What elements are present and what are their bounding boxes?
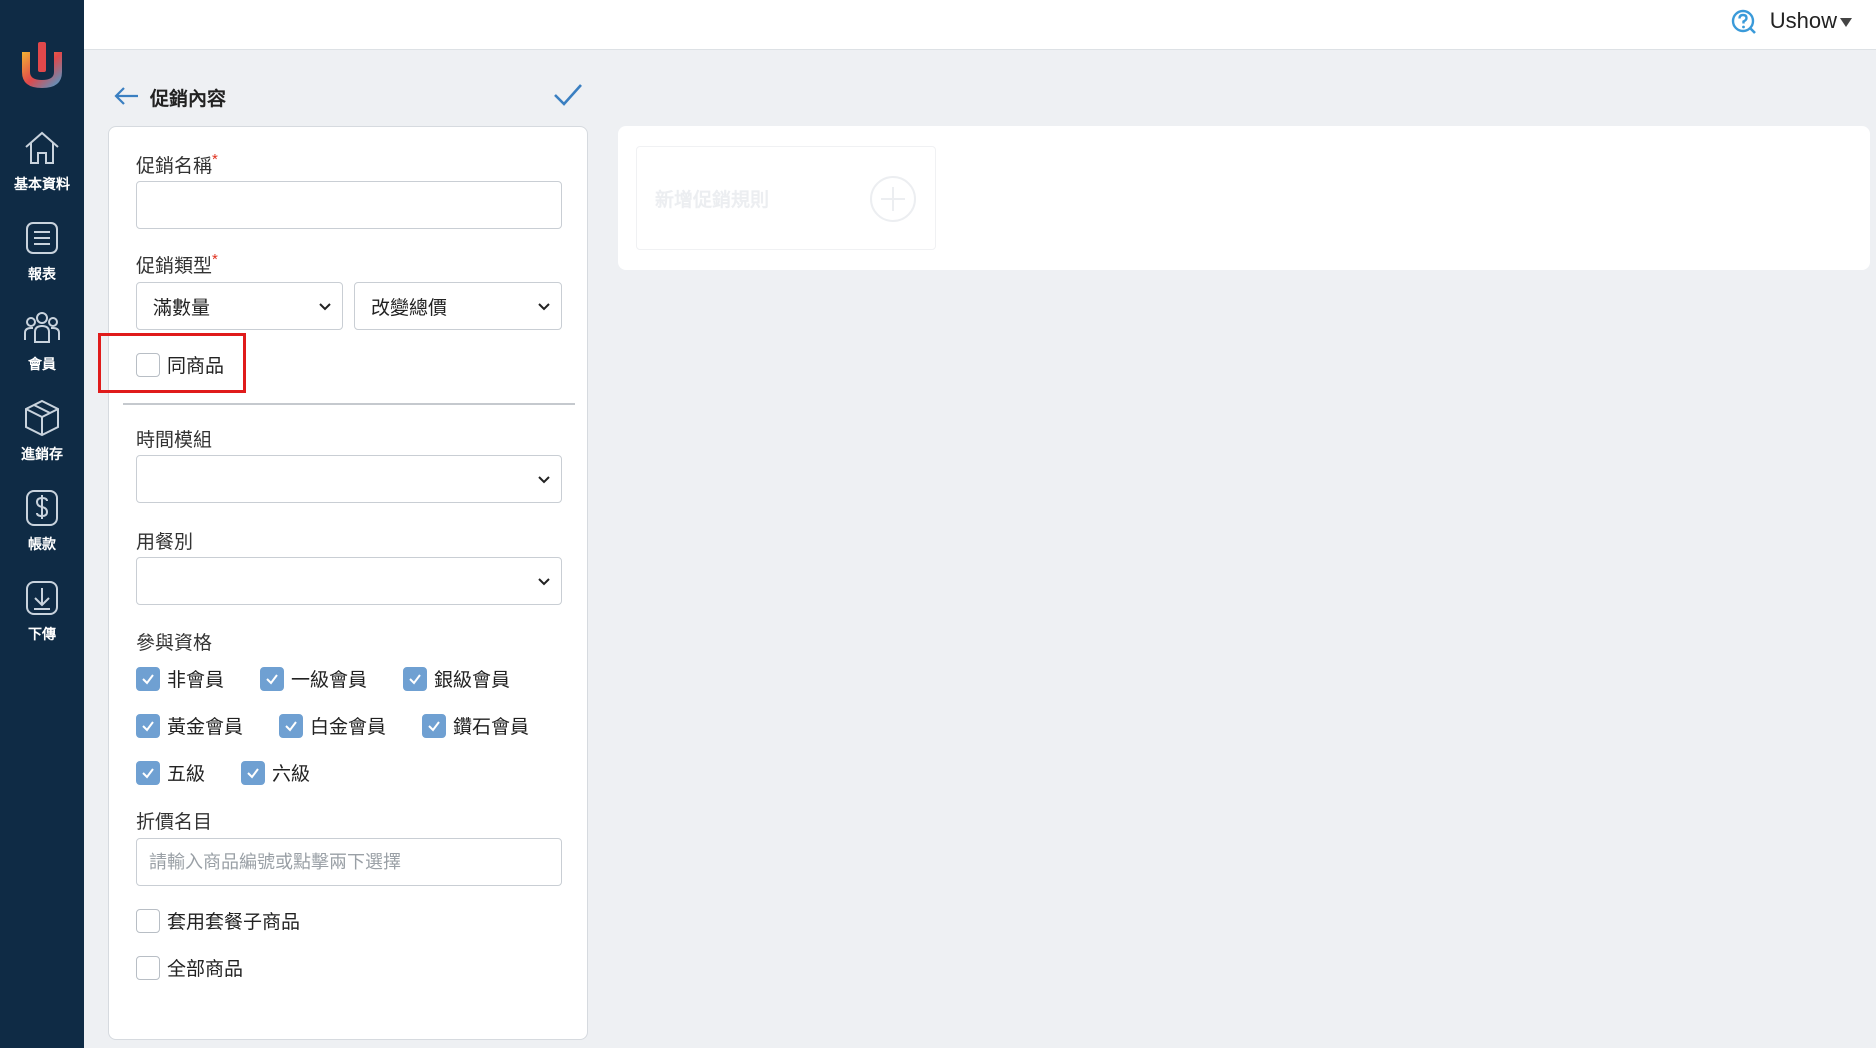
all-products-label: 全部商品: [167, 959, 244, 980]
eligibility-row-2: 黃金會員 白金會員 鑽石會員: [136, 712, 547, 739]
promo-name-input[interactable]: [136, 181, 562, 229]
page-title: 促銷內容: [150, 89, 227, 110]
rules-panel: 新增促銷規則: [618, 126, 1870, 270]
sidebar-item-inventory[interactable]: 進銷存: [0, 398, 84, 478]
sidebar-item-label: 會員: [28, 356, 56, 372]
eligibility-option-label: 非會員: [167, 670, 225, 691]
eligibility-option-label: 白金會員: [310, 717, 387, 738]
eligibility-non-member-checkbox[interactable]: 非會員: [136, 665, 224, 692]
sidebar: 基本資料 報表 會員 進銷存 帳款 下傳: [0, 0, 84, 1048]
eligibility-platinum-checkbox[interactable]: 白金會員: [279, 712, 386, 739]
eligibility-diamond-checkbox[interactable]: 鑽石會員: [422, 712, 529, 739]
sidebar-item-label: 進銷存: [21, 446, 63, 462]
sidebar-item-basic-data[interactable]: 基本資料: [0, 128, 84, 208]
confirm-check-icon[interactable]: [552, 80, 584, 110]
checkbox-box[interactable]: [136, 713, 160, 738]
eligibility-gold-checkbox[interactable]: 黃金會員: [136, 712, 243, 739]
user-name: Ushow: [1769, 8, 1837, 33]
promo-method-value: 改變總價: [371, 297, 448, 319]
sidebar-item-accounts[interactable]: 帳款: [0, 488, 84, 568]
eligibility-row-1: 非會員 一級會員 銀級會員: [136, 665, 528, 692]
eligibility-option-label: 五級: [167, 764, 206, 785]
user-menu[interactable]: Ushow: [1770, 8, 1852, 34]
chevron-down-icon: [538, 303, 550, 311]
divider: [123, 403, 575, 405]
members-icon: [24, 312, 60, 343]
checkbox-box[interactable]: [136, 908, 160, 933]
all-products-row: 全部商品: [136, 954, 261, 981]
promo-method-select[interactable]: 改變總價: [354, 282, 562, 330]
back-arrow-icon[interactable]: [112, 84, 140, 108]
eligibility-option-label: 銀級會員: [434, 670, 511, 691]
eligibility-level6-checkbox[interactable]: 六級: [241, 759, 310, 786]
report-icon: [26, 222, 58, 254]
add-rule-label: 新增促銷規則: [655, 189, 770, 211]
time-module-label: 時間模組: [136, 430, 213, 451]
promo-type-value: 滿數量: [153, 297, 211, 319]
promo-type-select[interactable]: 滿數量: [136, 282, 343, 330]
ushow-logo[interactable]: [14, 38, 70, 94]
eligibility-label: 參與資格: [136, 633, 213, 654]
eligibility-level5-checkbox[interactable]: 五級: [136, 759, 205, 786]
time-module-select[interactable]: [136, 455, 562, 503]
checkbox-box[interactable]: [136, 955, 160, 980]
plus-circle-icon: [870, 176, 916, 222]
promo-type-label: 促銷類型*: [136, 251, 218, 277]
checkbox-box[interactable]: [136, 760, 160, 785]
download-icon: [26, 581, 58, 615]
sidebar-item-download[interactable]: 下傳: [0, 578, 84, 658]
box-icon: [25, 399, 59, 437]
promo-name-label: 促銷名稱*: [136, 151, 218, 177]
discount-items-input[interactable]: [136, 838, 562, 886]
sidebar-item-label: 報表: [28, 266, 56, 282]
eligibility-row-3: 五級 六級: [136, 759, 328, 786]
sidebar-item-label: 下傳: [28, 626, 56, 642]
eligibility-silver-checkbox[interactable]: 銀級會員: [403, 665, 510, 692]
dining-type-label: 用餐別: [136, 532, 194, 553]
caret-down-icon: [1840, 18, 1852, 27]
chevron-down-icon: [538, 476, 550, 484]
all-products-checkbox[interactable]: 全部商品: [136, 954, 243, 981]
apply-combo-row: 套用套餐子商品: [136, 907, 318, 934]
checkbox-box[interactable]: [422, 713, 447, 738]
help-icon[interactable]: [1730, 8, 1758, 36]
eligibility-option-label: 一級會員: [291, 670, 368, 691]
checkbox-box[interactable]: [241, 760, 266, 785]
topbar: Ushow: [84, 0, 1876, 50]
checkbox-box[interactable]: [136, 666, 160, 691]
highlight-annotation: [98, 333, 246, 393]
dining-type-select[interactable]: [136, 557, 562, 605]
home-icon: [25, 131, 59, 164]
checkbox-box[interactable]: [403, 666, 428, 691]
chevron-down-icon: [538, 578, 550, 586]
sidebar-item-label: 基本資料: [14, 176, 70, 192]
sidebar-item-label: 帳款: [28, 536, 56, 552]
checkbox-box[interactable]: [279, 713, 304, 738]
sidebar-item-members[interactable]: 會員: [0, 308, 84, 388]
discount-items-label: 折價名目: [136, 812, 213, 833]
apply-combo-label: 套用套餐子商品: [167, 912, 301, 933]
promotion-form: 促銷名稱* 促銷類型* 滿數量 改變總價 同商品 時間模組 用餐別 參與資格 非…: [108, 126, 588, 1040]
eligibility-level1-checkbox[interactable]: 一級會員: [260, 665, 367, 692]
eligibility-option-label: 六級: [272, 764, 311, 785]
eligibility-option-label: 黃金會員: [167, 717, 244, 738]
add-rule-button[interactable]: 新增促銷規則: [636, 146, 936, 250]
sidebar-item-reports[interactable]: 報表: [0, 218, 84, 298]
chevron-down-icon: [319, 303, 331, 311]
dollar-icon: [26, 490, 58, 526]
apply-combo-checkbox[interactable]: 套用套餐子商品: [136, 907, 300, 934]
checkbox-box[interactable]: [260, 666, 285, 691]
eligibility-option-label: 鑽石會員: [453, 717, 530, 738]
